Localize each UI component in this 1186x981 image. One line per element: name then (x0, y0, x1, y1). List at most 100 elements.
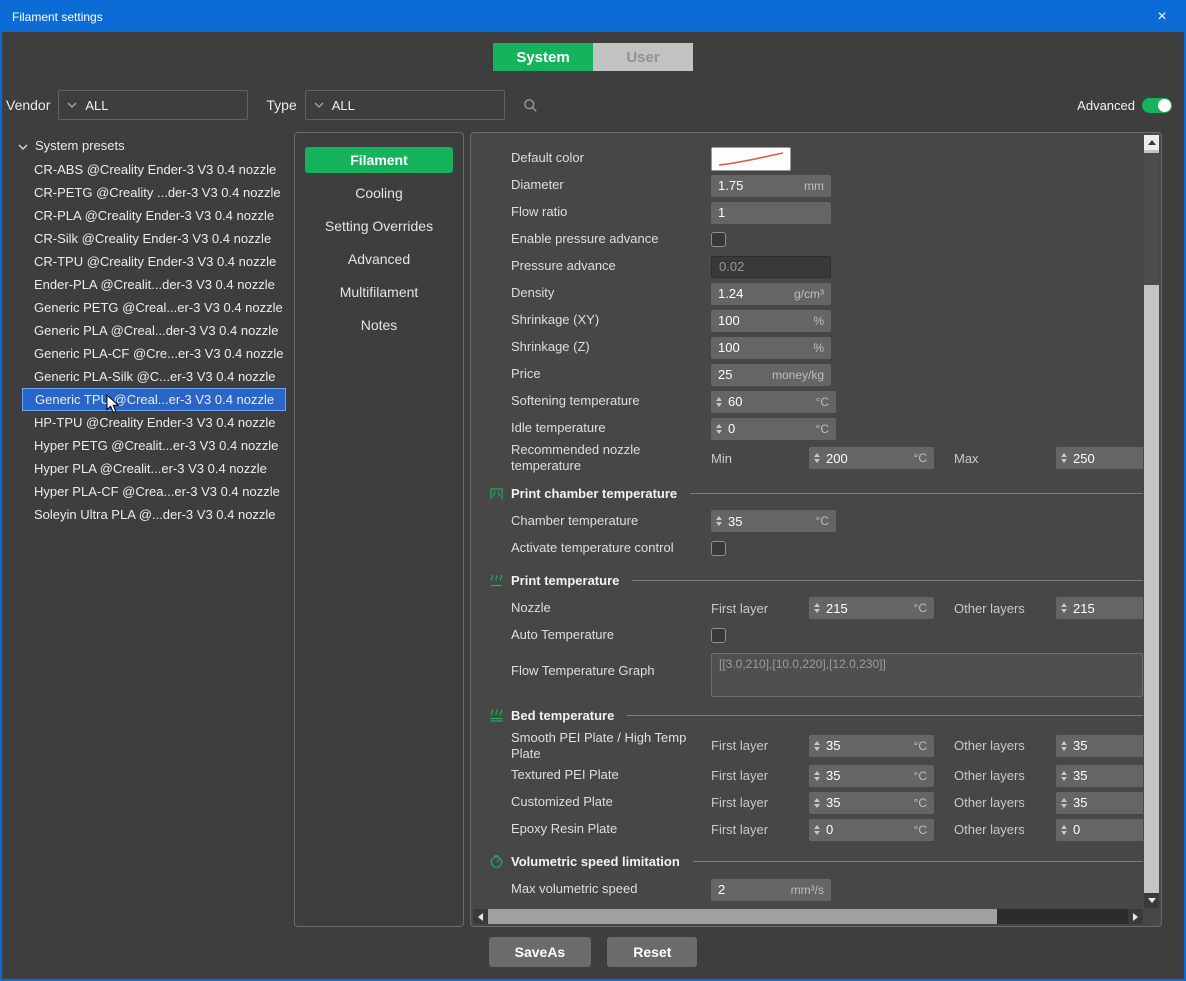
spin-up-icon (814, 798, 820, 802)
chamber-temperature-spinner[interactable]: 35°C (711, 510, 836, 532)
unit-label: mm (804, 179, 824, 193)
setting-label: Density (511, 285, 711, 301)
auto-temperature-checkbox[interactable] (711, 628, 726, 643)
smooth-pei-plate-high-temp-plate-first-layer-spinner[interactable]: 35°C (809, 735, 934, 757)
smooth-pei-plate-high-temp-plate-other-layers-spinner[interactable]: 35°C (1056, 735, 1143, 757)
spinner-arrows-icon[interactable] (814, 453, 820, 463)
reset-button[interactable]: Reset (607, 937, 697, 967)
scroll-down-button[interactable] (1144, 893, 1159, 908)
textured-pei-plate-other-layers-spinner[interactable]: 35°C (1056, 765, 1143, 787)
scroll-left-button[interactable] (473, 909, 488, 924)
epoxy-resin-plate-first-layer-spinner[interactable]: 0°C (809, 819, 934, 841)
spin-up-icon (1061, 603, 1067, 607)
preset-item[interactable]: Generic PLA-CF @Cre...er-3 V3 0.4 nozzle (22, 342, 286, 365)
spinner-arrows-icon[interactable] (814, 771, 820, 781)
customized-plate-first-layer-spinner[interactable]: 35°C (809, 792, 934, 814)
spin-down-icon (814, 609, 820, 613)
epoxy-resin-plate-other-layers-spinner[interactable]: 0°C (1056, 819, 1143, 841)
tree-collapse-icon[interactable] (18, 138, 28, 153)
preset-item[interactable]: Hyper PETG @Crealit...er-3 V3 0.4 nozzle (22, 434, 286, 457)
unit-label: °C (816, 422, 829, 436)
setting-row-diameter: Diameter1.75mm (473, 172, 1143, 199)
sub-label: Other layers (954, 768, 1056, 783)
setting-label: Enable pressure advance (511, 231, 711, 247)
spin-down-icon (1061, 609, 1067, 613)
window-title: Filament settings (2, 10, 1140, 24)
spinner-arrows-icon[interactable] (814, 603, 820, 613)
scroll-right-button[interactable] (1128, 909, 1143, 924)
default-color-swatch[interactable] (711, 147, 791, 171)
scroll-up-button[interactable] (1144, 135, 1159, 150)
nozzle-other-layers-spinner[interactable]: 215°C (1056, 597, 1143, 619)
close-button[interactable]: × (1140, 2, 1184, 32)
tab-user[interactable]: User (593, 43, 693, 71)
sub-label: Other layers (954, 795, 1056, 810)
search-icon[interactable] (523, 98, 538, 113)
flow-ratio-input[interactable]: 1 (711, 202, 831, 224)
advanced-toggle[interactable] (1142, 98, 1172, 113)
preset-item[interactable]: HP-TPU @Creality Ender-3 V3 0.4 nozzle (22, 411, 286, 434)
diameter-input[interactable]: 1.75mm (711, 175, 831, 197)
vendor-label: Vendor (6, 97, 50, 113)
preset-item[interactable]: CR-TPU @Creality Ender-3 V3 0.4 nozzle (22, 250, 286, 273)
enable-pressure-advance-checkbox[interactable] (711, 232, 726, 247)
preset-item[interactable]: Generic PLA @Creal...der-3 V3 0.4 nozzle (22, 319, 286, 342)
preset-group-header[interactable]: System presets (6, 132, 288, 158)
spinner-arrows-icon[interactable] (1061, 453, 1067, 463)
page-tab-cooling[interactable]: Cooling (305, 180, 453, 206)
preset-item[interactable]: Hyper PLA-CF @Crea...er-3 V3 0.4 nozzle (22, 480, 286, 503)
preset-item[interactable]: CR-ABS @Creality Ender-3 V3 0.4 nozzle (22, 158, 286, 181)
max-volumetric-speed-input[interactable]: 2mm³/s (711, 879, 831, 901)
page-tab-filament[interactable]: Filament (305, 147, 453, 173)
save-as-button[interactable]: SaveAs (489, 937, 592, 967)
spin-down-icon (814, 459, 820, 463)
preset-item[interactable]: CR-PLA @Creality Ender-3 V3 0.4 nozzle (22, 204, 286, 227)
price-input[interactable]: 25money/kg (711, 364, 831, 386)
spinner-arrows-icon[interactable] (814, 798, 820, 808)
input-value: 100 (718, 313, 813, 328)
spinner-arrows-icon[interactable] (1061, 741, 1067, 751)
unit-label: °C (914, 601, 927, 615)
preset-item[interactable]: Soleyin Ultra PLA @...der-3 V3 0.4 nozzl… (22, 503, 286, 526)
spinner-arrows-icon[interactable] (1061, 825, 1067, 835)
spinner-arrows-icon[interactable] (716, 424, 722, 434)
spinner-arrows-icon[interactable] (716, 516, 722, 526)
idle-temperature-spinner[interactable]: 0°C (711, 418, 836, 440)
preset-item[interactable]: CR-Silk @Creality Ender-3 V3 0.4 nozzle (22, 227, 286, 250)
page-tab-setting-overrides[interactable]: Setting Overrides (305, 213, 453, 239)
recommended-nozzle-temperature-min-spinner[interactable]: 200°C (809, 447, 934, 469)
spinner-arrows-icon[interactable] (814, 741, 820, 751)
preset-item[interactable]: Hyper PLA @Crealit...er-3 V3 0.4 nozzle (22, 457, 286, 480)
shrinkage-xy-input[interactable]: 100% (711, 310, 831, 332)
preset-item[interactable]: CR-PETG @Creality ...der-3 V3 0.4 nozzle (22, 181, 286, 204)
spinner-arrows-icon[interactable] (1061, 798, 1067, 808)
customized-plate-other-layers-spinner[interactable]: 35°C (1056, 792, 1143, 814)
vertical-scroll-thumb[interactable] (1144, 153, 1159, 285)
activate-temperature-control-checkbox[interactable] (711, 541, 726, 556)
spinner-arrows-icon[interactable] (1061, 771, 1067, 781)
spinner-arrows-icon[interactable] (814, 825, 820, 835)
preset-item[interactable]: Generic PETG @Creal...er-3 V3 0.4 nozzle (22, 296, 286, 319)
type-dropdown[interactable]: ALL (305, 90, 505, 120)
tab-system[interactable]: System (493, 43, 593, 71)
preset-item[interactable]: Generic PLA-Silk @C...er-3 V3 0.4 nozzle (22, 365, 286, 388)
nozzle-first-layer-spinner[interactable]: 215°C (809, 597, 934, 619)
page-tab-notes[interactable]: Notes (305, 312, 453, 338)
softening-temperature-spinner[interactable]: 60°C (711, 391, 836, 413)
textured-pei-plate-first-layer-spinner[interactable]: 35°C (809, 765, 934, 787)
vendor-dropdown[interactable]: ALL (58, 90, 248, 120)
vertical-scroll-track[interactable] (1144, 150, 1159, 893)
input-value: 1 (718, 205, 824, 220)
shrinkage-z-input[interactable]: 100% (711, 337, 831, 359)
preset-item-selected[interactable]: Generic TPU @Creal...er-3 V3 0.4 nozzle (22, 388, 286, 411)
spinner-arrows-icon[interactable] (1061, 603, 1067, 613)
page-tab-advanced[interactable]: Advanced (305, 246, 453, 272)
preset-item[interactable]: Ender-PLA @Crealit...der-3 V3 0.4 nozzle (22, 273, 286, 296)
recommended-nozzle-temperature-max-spinner[interactable]: 250°C (1056, 447, 1143, 469)
page-tab-multifilament[interactable]: Multifilament (305, 279, 453, 305)
density-input[interactable]: 1.24g/cm³ (711, 283, 831, 305)
horizontal-scroll-track[interactable] (997, 909, 1128, 924)
spinner-arrows-icon[interactable] (716, 397, 722, 407)
unit-label: mm³/s (791, 883, 824, 897)
horizontal-scroll-thumb[interactable] (488, 909, 997, 924)
